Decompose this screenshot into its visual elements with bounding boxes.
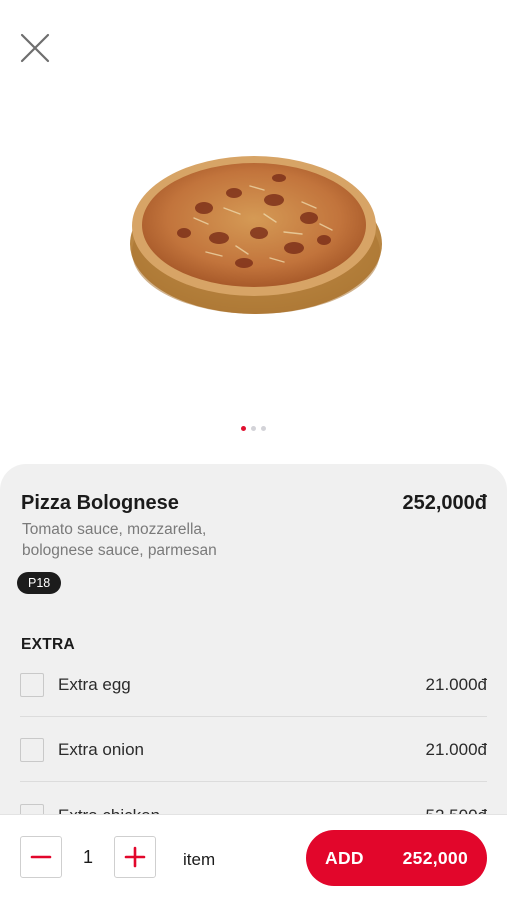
add-button-label: ADD <box>325 847 364 868</box>
product-name: Pizza Bolognese <box>21 492 179 514</box>
carousel-dot[interactable] <box>251 426 256 431</box>
pizza-image <box>124 148 384 320</box>
carousel-indicator <box>0 426 507 431</box>
extra-name: Extra onion <box>58 739 144 759</box>
add-to-cart-button[interactable]: ADD 252,000 <box>306 830 487 886</box>
product-price: 252,000đ <box>402 492 487 514</box>
minus-icon <box>30 855 52 859</box>
extra-option-egg[interactable]: Extra egg 21.000đ <box>20 653 487 717</box>
product-image-area <box>0 0 507 470</box>
decrease-quantity-button[interactable] <box>20 836 62 878</box>
plus-icon <box>124 846 146 868</box>
product-description: Tomato sauce, mozzarella, bolognese sauc… <box>22 521 217 559</box>
quantity-value: 1 <box>82 847 93 867</box>
increase-quantity-button[interactable] <box>114 836 156 878</box>
extra-price: 21.000đ <box>425 739 487 759</box>
extra-price: 21.000đ <box>425 674 487 694</box>
add-button-price: 252,000 <box>402 847 468 868</box>
extra-checkbox[interactable] <box>20 737 44 762</box>
close-button[interactable] <box>17 30 53 66</box>
carousel-dot[interactable] <box>261 426 266 431</box>
carousel-dot[interactable] <box>241 426 246 431</box>
close-icon <box>20 33 50 63</box>
extras-section-title: EXTRA <box>21 636 76 653</box>
extra-option-onion[interactable]: Extra onion 21.000đ <box>20 718 487 782</box>
order-bar: 1 item ADD 252,000 <box>0 814 507 900</box>
quantity-unit: item <box>183 850 216 869</box>
product-code-badge: P18 <box>17 572 62 594</box>
extra-checkbox[interactable] <box>20 672 44 697</box>
extra-name: Extra egg <box>58 674 131 694</box>
